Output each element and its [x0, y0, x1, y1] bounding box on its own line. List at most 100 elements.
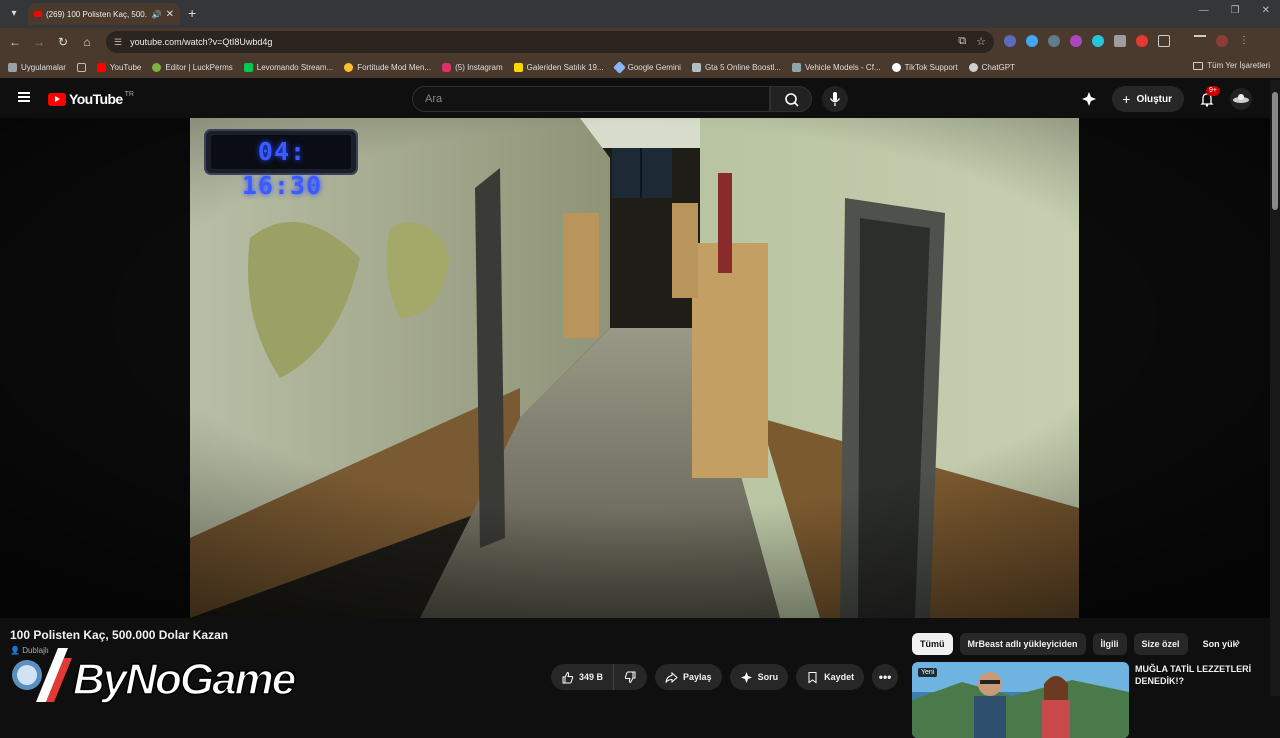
page-scrollbar[interactable]	[1270, 80, 1280, 696]
sahibinden-icon	[513, 62, 523, 72]
scrollbar-thumb[interactable]	[1272, 92, 1278, 210]
share-label: Paylaş	[683, 672, 712, 682]
voice-search-button[interactable]	[822, 86, 848, 112]
all-bookmarks-button[interactable]: Tüm Yer İşaretleri	[1193, 61, 1270, 70]
bookmark-item[interactable]: Editor | LuckPerms	[152, 62, 233, 72]
bookmark-item[interactable]: Fortitude Mod Men...	[344, 62, 432, 72]
recommended-video-title[interactable]: MUĞLA TATİL LEZZETLERİ DENEDİK!?	[1135, 663, 1255, 687]
restore-icon[interactable]: ❐	[1231, 5, 1240, 16]
close-window-icon[interactable]: ✕	[1262, 5, 1270, 16]
sparkle-icon	[740, 671, 752, 683]
apps-grid-icon	[8, 62, 17, 72]
cfx-icon	[792, 62, 801, 72]
bookmark-item[interactable]: YouTube	[96, 62, 142, 72]
extension-icon[interactable]	[1004, 35, 1016, 47]
tab-title: (269) 100 Polisten Kaç, 500.	[46, 9, 147, 19]
bookmark-item[interactable]: Google Gemini	[612, 60, 681, 74]
bookmark-label: Google Gemini	[627, 62, 681, 72]
forward-icon[interactable]: →	[32, 35, 46, 49]
bookmark-star-icon[interactable]: ☆	[976, 35, 986, 48]
home-icon[interactable]: ⌂	[80, 35, 94, 49]
gemini-sparkle-icon[interactable]	[1080, 90, 1098, 108]
extension-icon[interactable]	[1048, 35, 1060, 47]
bookmark-item[interactable]: (5) Instagram	[442, 62, 503, 72]
chevron-right-icon[interactable]: ›	[1236, 635, 1240, 649]
tiktok-icon	[891, 62, 901, 72]
create-button[interactable]: + Oluştur	[1112, 86, 1184, 112]
browser-tab[interactable]: (269) 100 Polisten Kaç, 500. 🔊 ✕	[28, 3, 180, 25]
bookmark-item[interactable]: Levomando Stream...	[243, 62, 333, 72]
chip-recently-uploaded[interactable]: Son yük	[1195, 633, 1241, 655]
chatgpt-icon	[968, 62, 978, 72]
search-input[interactable]: Ara	[412, 86, 770, 112]
like-button[interactable]: 349 B	[551, 664, 615, 690]
bookmark-item[interactable]: Vehicle Models - Cf...	[792, 62, 881, 72]
extension-icon[interactable]	[1136, 35, 1148, 47]
chip-for-you[interactable]: Size özel	[1133, 633, 1188, 655]
microphone-icon	[829, 92, 841, 106]
save-label: Kaydet	[824, 672, 855, 682]
bookmark-item[interactable]: Uygulamalar	[8, 62, 66, 72]
bookmark-label: ChatGPT	[981, 62, 1015, 72]
ask-label: Soru	[757, 672, 779, 682]
bookmark-label: Editor | LuckPerms	[165, 62, 233, 72]
chip-related[interactable]: İlgili	[1092, 633, 1127, 655]
dislike-button[interactable]	[614, 664, 648, 690]
video-actions: 349 B Paylaş Soru Kaydet •••	[551, 664, 899, 690]
bookmark-label: Gta 5 Online Boostl...	[704, 62, 781, 72]
chip-all[interactable]: Tümü	[912, 633, 953, 655]
back-icon[interactable]: ←	[8, 35, 22, 49]
notification-badge: 9+	[1206, 86, 1220, 96]
save-button[interactable]: Kaydet	[796, 664, 865, 690]
video-player[interactable]: 04: 16:30	[0, 118, 1270, 618]
more-horizontal-icon: •••	[878, 670, 892, 684]
reload-icon[interactable]: ↻	[56, 35, 70, 49]
ask-button[interactable]: Soru	[729, 664, 789, 690]
hamburger-menu-icon[interactable]	[18, 92, 30, 102]
share-button[interactable]: Paylaş	[655, 664, 722, 690]
youtube-logo[interactable]: YouTube TR	[48, 91, 134, 107]
minimize-icon[interactable]: —	[1199, 5, 1209, 16]
kick-icon	[243, 62, 253, 72]
reading-list-icon[interactable]	[1194, 35, 1206, 47]
thumbs-down-icon	[624, 671, 636, 683]
browser-tab-strip: ▾ (269) 100 Polisten Kaç, 500. 🔊 ✕ + — ❐…	[0, 0, 1280, 28]
profile-avatar-icon[interactable]	[1216, 35, 1228, 47]
extension-icon[interactable]	[1026, 35, 1038, 47]
video-frame	[0, 118, 1270, 618]
menu-kebab-icon[interactable]: ⋮	[1238, 35, 1250, 47]
youtube-header: YouTube TR Ara + Oluştur 9+	[0, 80, 1280, 118]
tab-search-icon[interactable]: ▾	[6, 6, 22, 22]
site-info-icon[interactable]: ☰	[114, 37, 122, 48]
luckperms-icon	[152, 62, 162, 72]
install-icon[interactable]: ⧉	[958, 35, 966, 48]
puzzle-icon[interactable]	[1158, 35, 1170, 47]
bookmark-item[interactable]: Gta 5 Online Boostl...	[691, 62, 781, 72]
browser-toolbar: ← → ↻ ⌂ ☰ youtube.com/watch?v=QtI8Uwbd4g…	[0, 28, 1280, 56]
bookmark-label: Fortitude Mod Men...	[357, 62, 432, 72]
instagram-icon	[442, 62, 452, 72]
bookmark-label: Vehicle Models - Cf...	[805, 62, 881, 72]
more-actions-button[interactable]: •••	[872, 664, 899, 690]
youtube-icon	[96, 62, 106, 72]
search-button[interactable]	[770, 86, 812, 112]
recommended-video-thumbnail[interactable]: Yeni	[912, 662, 1129, 738]
window-controls: — ❐ ✕	[1199, 5, 1270, 16]
bookmark-item[interactable]: TikTok Support	[891, 62, 958, 72]
tab-close-icon[interactable]: ✕	[166, 9, 174, 20]
notifications-button[interactable]: 9+	[1198, 86, 1220, 108]
chip-from-uploader[interactable]: MrBeast adlı yükleyiciden	[959, 633, 1086, 655]
account-avatar[interactable]	[1230, 88, 1252, 110]
bookmark-label: TikTok Support	[904, 62, 958, 72]
bookmark-item[interactable]: Galeriden Satılık 19...	[513, 62, 604, 72]
bookmark-item[interactable]	[76, 62, 86, 72]
new-tab-button[interactable]: +	[188, 5, 196, 21]
bookmark-item[interactable]: ChatGPT	[968, 62, 1015, 72]
extension-icon[interactable]	[1092, 35, 1104, 47]
extension-icon[interactable]	[1114, 35, 1126, 47]
audio-icon[interactable]: 🔊	[152, 10, 162, 19]
bookmark-label: YouTube	[109, 62, 142, 72]
extension-icon[interactable]	[1070, 35, 1082, 47]
header-actions: + Oluştur 9+	[1080, 86, 1252, 112]
address-bar[interactable]: ☰ youtube.com/watch?v=QtI8Uwbd4g ⧉ ☆	[106, 31, 994, 53]
